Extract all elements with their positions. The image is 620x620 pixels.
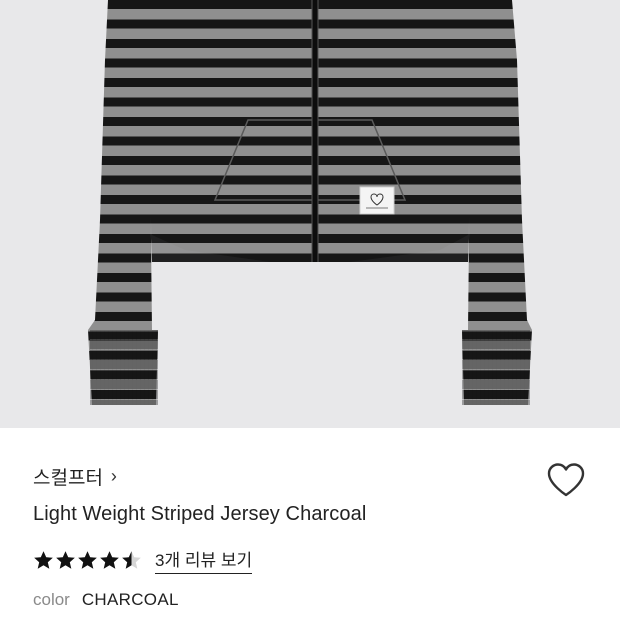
star-icon: [122, 550, 141, 569]
star-rating: [33, 550, 142, 571]
heart-outline-icon[interactable]: [546, 462, 586, 498]
product-info: 스컬프터 › Light Weight Striped Jersey Charc…: [0, 428, 620, 620]
color-value: CHARCOAL: [81, 590, 179, 609]
right-cuff: [462, 330, 530, 405]
brand-link[interactable]: 스컬프터 ›: [33, 463, 117, 490]
star-icon: [78, 550, 97, 569]
striped-hoodie-image: [88, 0, 532, 405]
rating-row: 3개 리뷰 보기: [33, 546, 253, 574]
color-row: color CHARCOAL: [33, 590, 179, 610]
logo-patch: [359, 186, 395, 215]
star-icon: [100, 550, 119, 569]
left-cuff: [90, 330, 158, 405]
hem-rib: [150, 215, 470, 262]
color-label: color: [33, 590, 70, 609]
product-image[interactable]: [0, 0, 620, 428]
brand-name: 스컬프터: [33, 468, 103, 489]
review-link[interactable]: 3개 리뷰 보기: [155, 546, 253, 574]
star-icon: [56, 550, 75, 569]
chevron-right-icon: ›: [110, 466, 117, 486]
star-icon: [34, 550, 53, 569]
product-title: Light Weight Striped Jersey Charcoal: [33, 503, 367, 525]
